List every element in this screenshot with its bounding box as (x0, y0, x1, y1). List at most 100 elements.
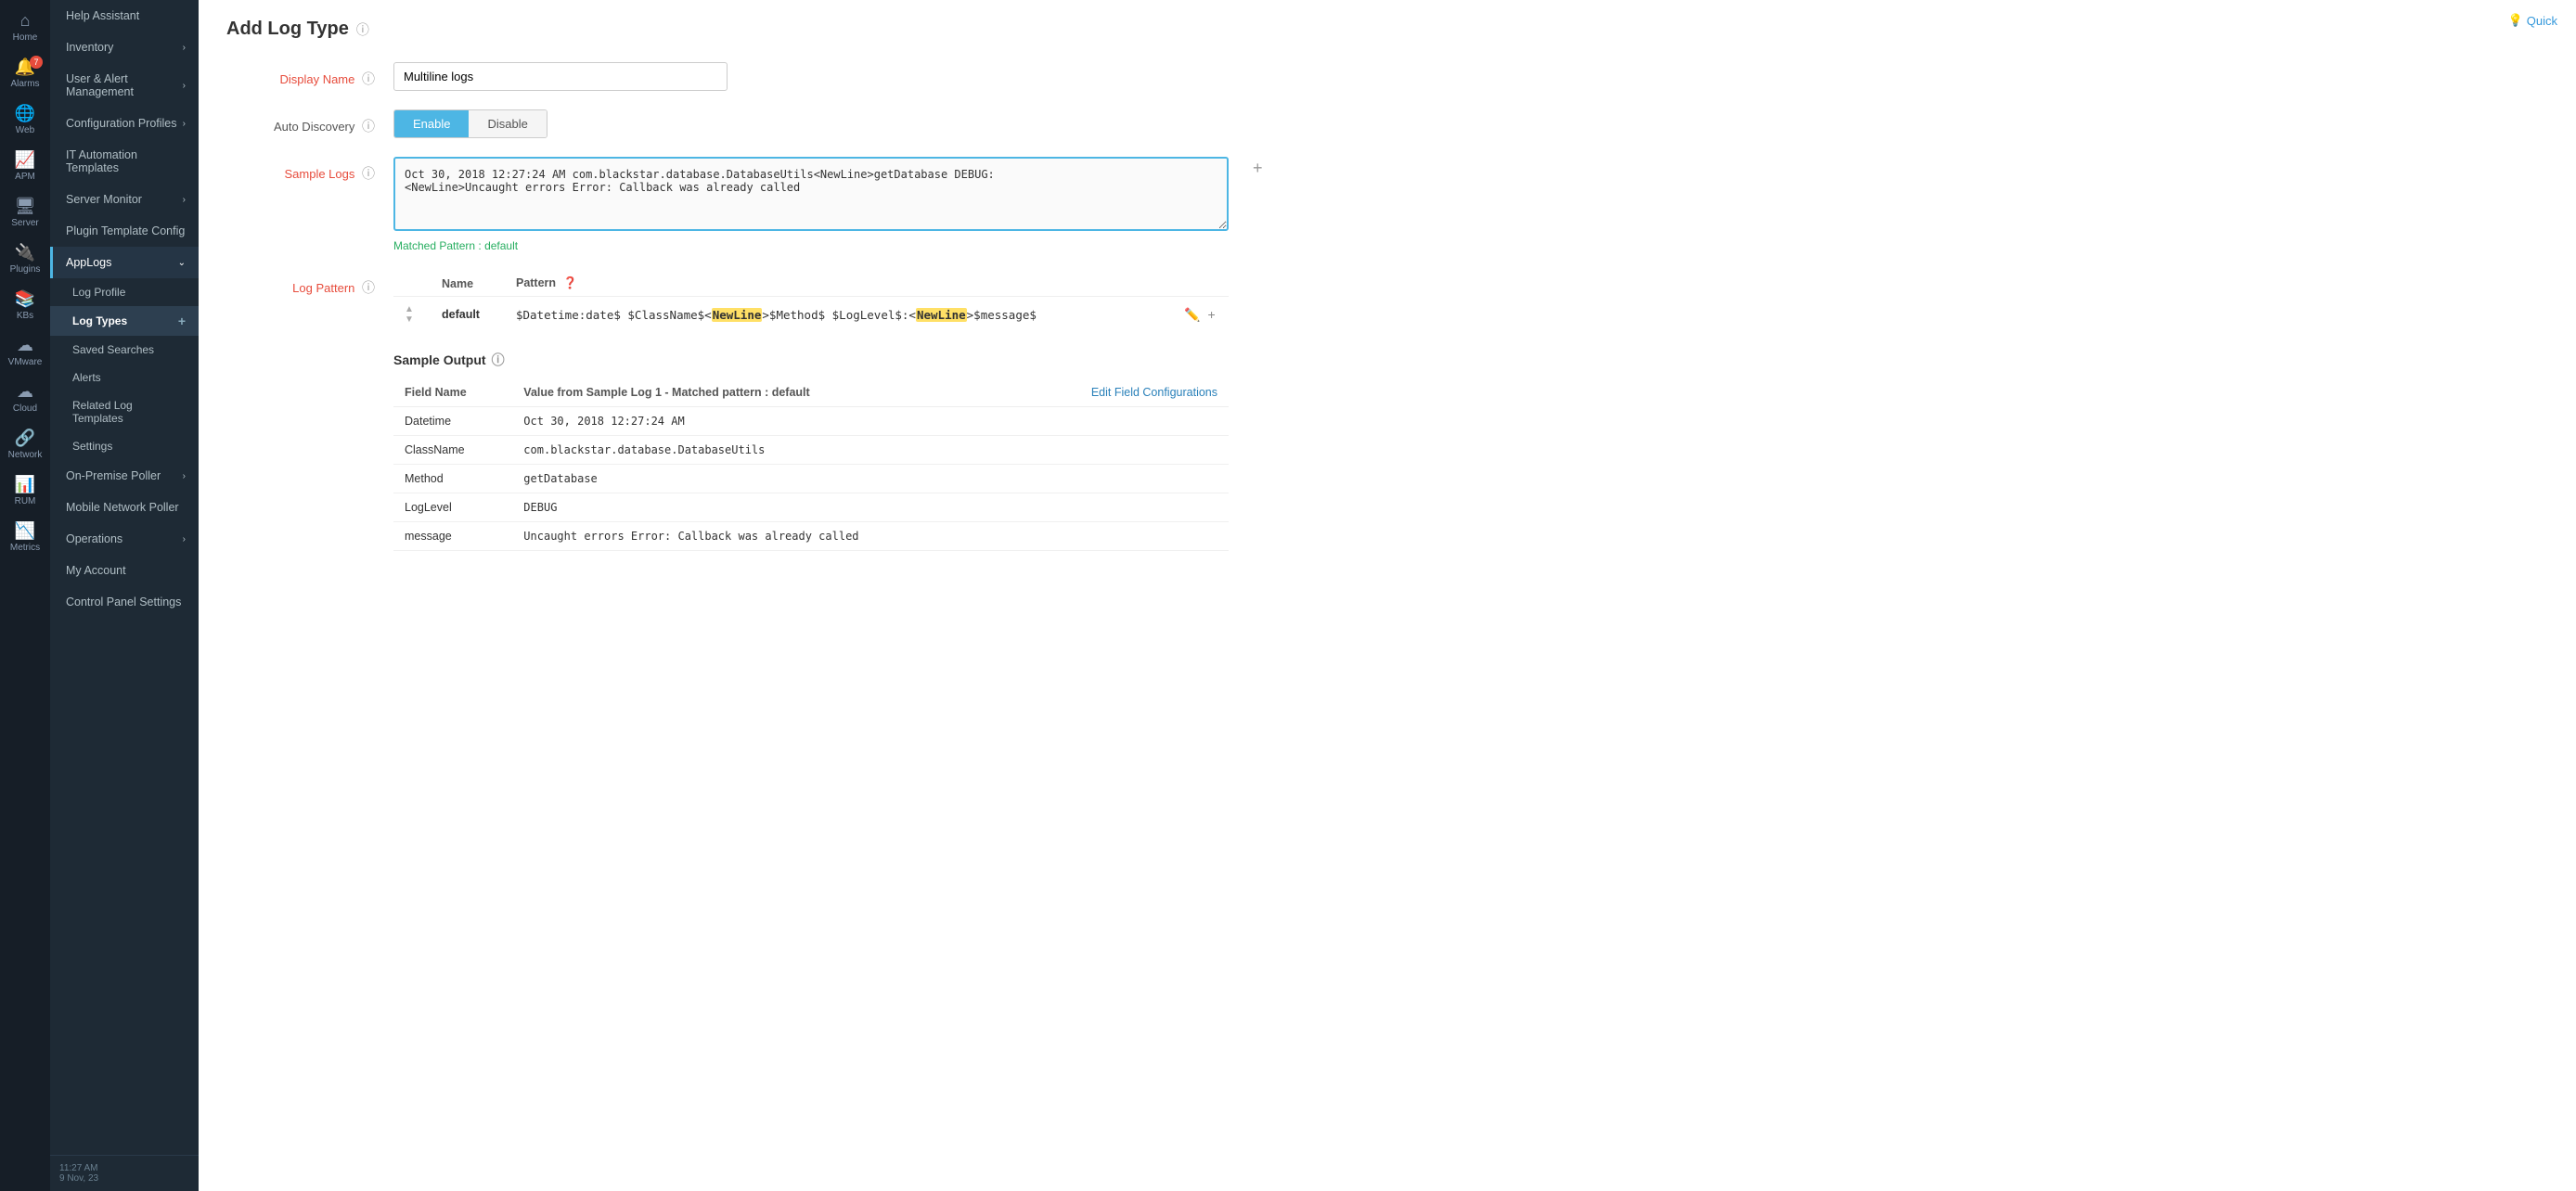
sample-output-info-icon[interactable]: ⓘ (492, 351, 505, 369)
metrics-label: Metrics (10, 543, 40, 553)
sidebar-item-operations[interactable]: Operations › (50, 523, 199, 555)
sidebar-time: 11:27 AM 9 Nov, 23 (50, 1155, 199, 1191)
col-name-header: Name (431, 271, 505, 297)
sidebar-item-inventory[interactable]: Inventory › (50, 32, 199, 63)
sidebar-item-control-panel[interactable]: Control Panel Settings (50, 586, 199, 618)
sample-logs-info-icon[interactable]: ⓘ (362, 166, 375, 181)
submenu-related-log-templates[interactable]: Related Log Templates (50, 391, 199, 432)
sidebar-icon-kbs[interactable]: 📚 KBs (0, 282, 50, 328)
sidebar-item-mobile-network[interactable]: Mobile Network Poller (50, 492, 199, 523)
settings-label: Settings (72, 440, 112, 453)
main-content: Add Log Type ⓘ Display Name ⓘ Auto Disco… (199, 0, 2576, 1191)
sidebar-icon-web[interactable]: 🌐 Web (0, 96, 50, 143)
display-name-info-icon[interactable]: ⓘ (362, 71, 375, 86)
auto-discovery-info-icon[interactable]: ⓘ (362, 119, 375, 134)
web-label: Web (16, 125, 34, 135)
log-profile-label: Log Profile (72, 286, 125, 299)
sidebar-item-on-premise[interactable]: On-Premise Poller › (50, 460, 199, 492)
log-pattern-info-icon[interactable]: ⓘ (362, 280, 375, 295)
field-name-classname: ClassName (393, 436, 512, 465)
sidebar-icon-apm[interactable]: 📈 APM (0, 143, 50, 189)
output-table: Field Name Value from Sample Log 1 - Mat… (393, 378, 1229, 551)
field-name-method: Method (393, 465, 512, 493)
submenu-saved-searches[interactable]: Saved Searches (50, 336, 199, 364)
page-title: Add Log Type (226, 19, 349, 40)
sidebar-item-user-alert[interactable]: User & Alert Management › (50, 63, 199, 108)
sidebar-item-applogs[interactable]: AppLogs ⌄ (50, 247, 199, 278)
submenu-log-types[interactable]: Log Types + (50, 306, 199, 336)
apm-label: APM (15, 172, 35, 182)
user-alert-label: User & Alert Management (66, 72, 183, 98)
sidebar-icon-plugins[interactable]: 🔌 Plugins (0, 236, 50, 282)
applogs-label: AppLogs (66, 256, 111, 269)
quick-icon: 💡 (2508, 13, 2523, 28)
sidebar-item-server-monitor[interactable]: Server Monitor › (50, 184, 199, 215)
plugins-icon: 🔌 (15, 243, 35, 263)
quick-label: Quick (2527, 14, 2557, 28)
it-automation-label: IT Automation Templates (66, 148, 186, 174)
display-name-input[interactable] (393, 62, 728, 91)
add-pattern-icon[interactable]: + (1207, 307, 1215, 323)
alarms-label: Alarms (10, 79, 39, 89)
pattern-actions-cell: ✏️ + (1173, 297, 1229, 333)
alarms-badge: 7 (30, 56, 43, 69)
rum-icon: 📊 (15, 475, 35, 494)
log-types-plus-icon[interactable]: + (178, 314, 186, 328)
sidebar-item-it-automation[interactable]: IT Automation Templates (50, 139, 199, 184)
server-icon: 🖥 (15, 197, 36, 216)
page-header: Add Log Type ⓘ (226, 19, 2548, 40)
sidebar-item-my-account[interactable]: My Account (50, 555, 199, 586)
sidebar-icon-server[interactable]: 🖥 Server (0, 189, 50, 236)
sort-up-icon[interactable]: ▲ (405, 304, 414, 314)
submenu-settings[interactable]: Settings (50, 432, 199, 460)
disable-button[interactable]: Disable (469, 110, 546, 137)
sample-output-container: Sample Output ⓘ Field Name Value from Sa… (393, 351, 1229, 551)
home-label: Home (13, 32, 38, 43)
text-sidebar: Help Assistant Inventory › User & Alert … (50, 0, 199, 1191)
sidebar-icon-rum[interactable]: 📊 RUM (0, 467, 50, 514)
edit-pattern-icon[interactable]: ✏️ (1184, 307, 1200, 323)
sidebar-menu: Help Assistant Inventory › User & Alert … (50, 0, 199, 1155)
sample-output-header: Sample Output ⓘ (393, 351, 1229, 369)
field-value-message: Uncaught errors Error: Callback was alre… (512, 522, 1018, 551)
sidebar-icon-home[interactable]: ⌂ Home (0, 4, 50, 50)
sidebar-icon-alarms[interactable]: 🔔 7 Alarms (0, 50, 50, 96)
saved-searches-label: Saved Searches (72, 343, 154, 356)
on-premise-label: On-Premise Poller (66, 469, 161, 482)
server-monitor-label: Server Monitor (66, 193, 142, 206)
plugin-template-label: Plugin Template Config (66, 224, 185, 237)
icon-sidebar: ⌂ Home 🔔 7 Alarms 🌐 Web 📈 APM 🖥 Server 🔌… (0, 0, 50, 1191)
pattern-help-icon[interactable]: ❓ (563, 276, 578, 289)
table-row: Method getDatabase (393, 465, 1229, 493)
enable-button[interactable]: Enable (394, 110, 469, 137)
sidebar-item-plugin-template[interactable]: Plugin Template Config (50, 215, 199, 247)
log-types-label: Log Types (72, 314, 127, 327)
edit-field-config-link[interactable]: Edit Field Configurations (1018, 378, 1229, 407)
user-alert-arrow: › (183, 81, 186, 91)
sidebar-icon-cloud[interactable]: ☁ Cloud (0, 375, 50, 421)
sidebar-icon-network[interactable]: 🔗 Network (0, 421, 50, 467)
quick-link[interactable]: 💡 Quick (2508, 13, 2557, 28)
applogs-arrow: ⌄ (178, 258, 186, 268)
sample-logs-wrapper: Oct 30, 2018 12:27:24 AM com.blackstar.d… (393, 157, 1229, 252)
sidebar-icon-vmware[interactable]: ☁ VMware (0, 328, 50, 375)
operations-arrow: › (183, 534, 186, 544)
display-name-row: Display Name ⓘ (226, 62, 2548, 91)
title-info-icon[interactable]: ⓘ (356, 20, 369, 39)
submenu-log-profile[interactable]: Log Profile (50, 278, 199, 306)
metrics-icon: 📉 (15, 521, 35, 541)
log-pattern-label: Log Pattern ⓘ (226, 271, 375, 297)
help-assistant-label: Help Assistant (66, 9, 139, 22)
sample-logs-add-button[interactable]: + (1247, 157, 1269, 180)
sample-logs-textarea[interactable]: Oct 30, 2018 12:27:24 AM com.blackstar.d… (393, 157, 1229, 231)
sort-down-icon[interactable]: ▼ (405, 314, 414, 325)
field-value-method: getDatabase (512, 465, 1018, 493)
submenu-alerts[interactable]: Alerts (50, 364, 199, 391)
sidebar-icon-metrics[interactable]: 📉 Metrics (0, 514, 50, 560)
my-account-label: My Account (66, 564, 126, 577)
web-icon: 🌐 (15, 104, 35, 123)
vmware-label: VMware (8, 357, 43, 367)
sort-arrows: ▲ ▼ (405, 304, 414, 325)
sidebar-item-help-assistant[interactable]: Help Assistant (50, 0, 199, 32)
sidebar-item-config-profiles[interactable]: Configuration Profiles › (50, 108, 199, 139)
